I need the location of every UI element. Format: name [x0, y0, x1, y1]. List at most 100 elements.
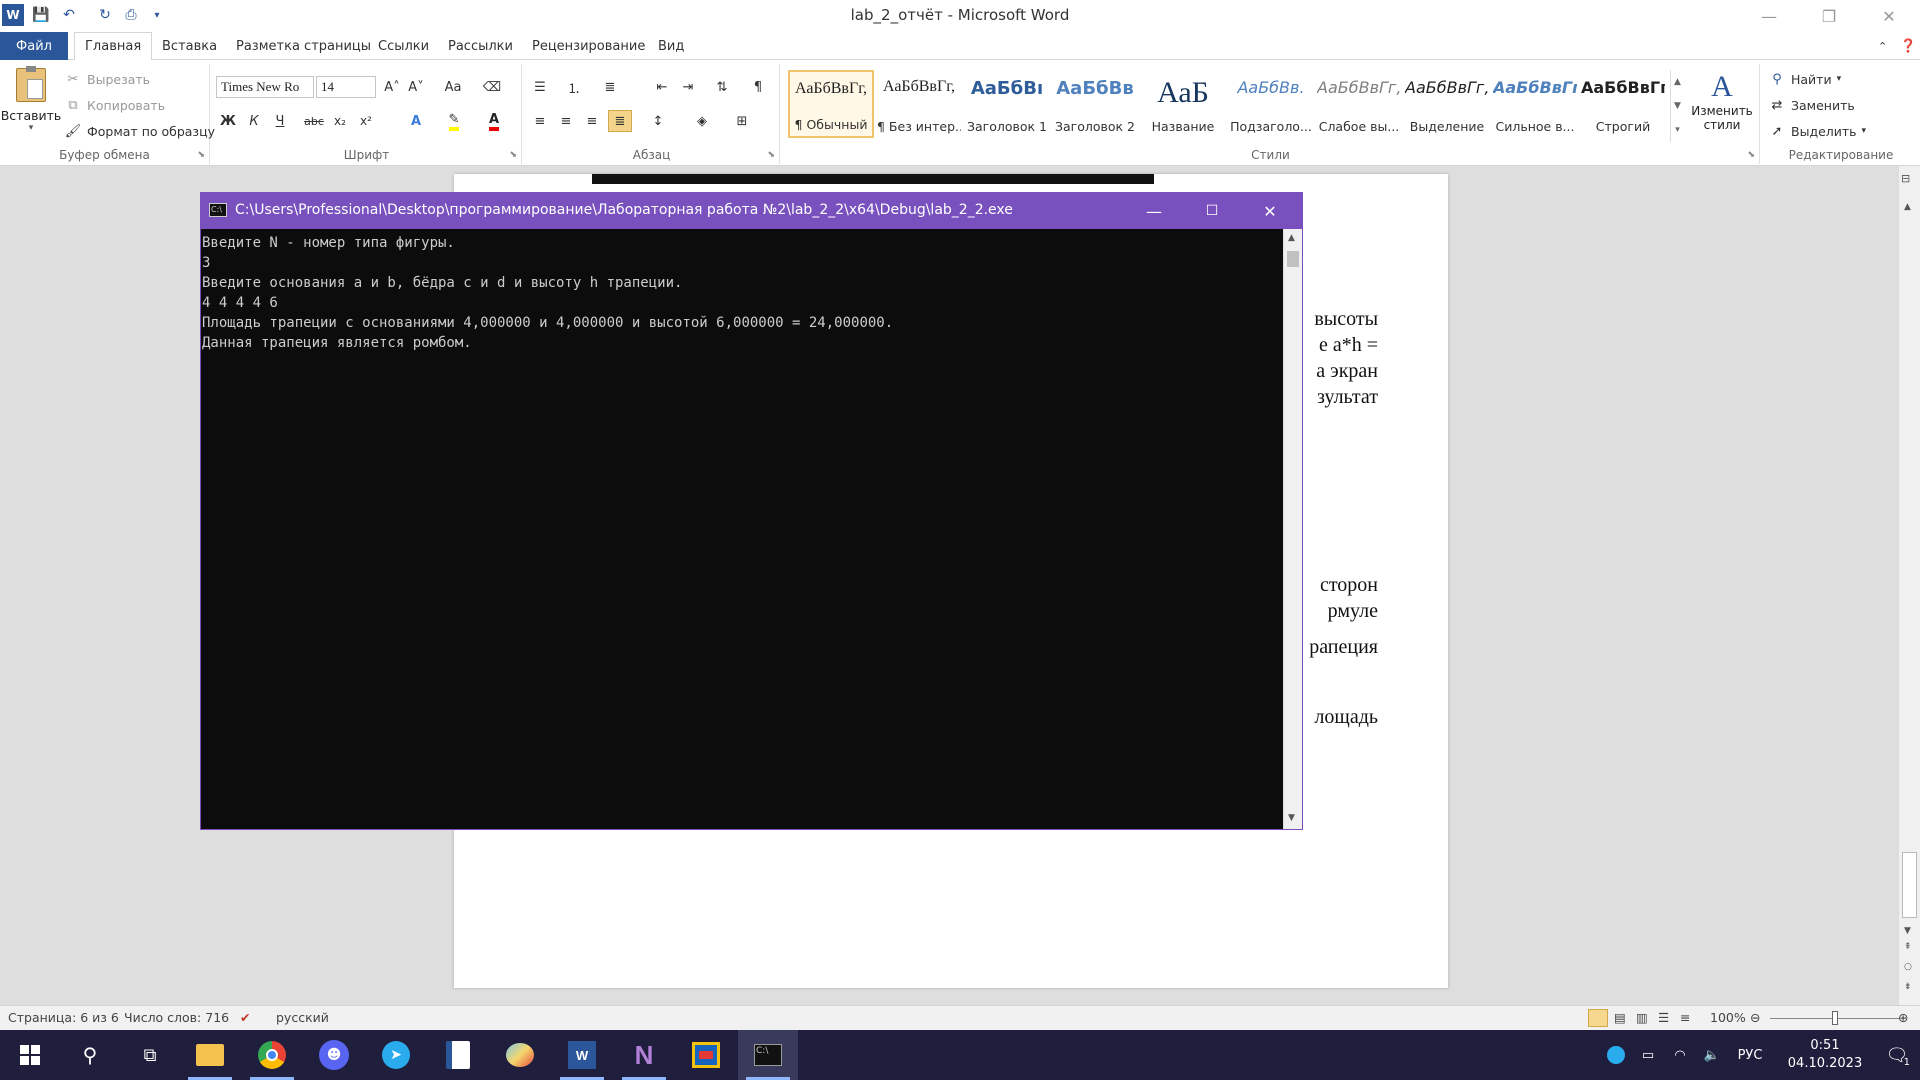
align-center-icon[interactable]: ≡ [554, 110, 578, 132]
scroll-down-arrow-icon[interactable]: ▼ [1904, 926, 1911, 936]
paint-icon[interactable] [490, 1030, 550, 1080]
shading-icon[interactable]: ◈ [690, 110, 714, 132]
console-title-bar[interactable]: C:\ C:\Users\Professional\Desktop\програ… [201, 193, 1302, 229]
clock[interactable]: 0:51 04.10.2023 [1776, 1030, 1874, 1080]
font-size-select[interactable]: 14 [316, 76, 376, 98]
bold-button[interactable]: Ж [216, 110, 240, 132]
scroll-thumb[interactable] [1902, 852, 1917, 918]
style-intense-emphasis[interactable]: АаБбВвГг Сильное в... [1492, 70, 1578, 138]
sort-icon[interactable]: ⇅ [710, 76, 734, 98]
telegram-icon[interactable]: ➤ [366, 1030, 426, 1080]
console-scroll-down-icon[interactable]: ▼ [1288, 813, 1295, 823]
volume-icon[interactable]: 🔈 [1696, 1030, 1728, 1080]
tab-home[interactable]: Главная [74, 32, 153, 61]
tab-review[interactable]: Рецензирование [522, 32, 655, 60]
document-app-icon[interactable] [428, 1030, 488, 1080]
minimize-button[interactable]: — [1740, 0, 1798, 32]
grow-font-button[interactable]: A˄ [380, 76, 404, 98]
style-subtle-emphasis[interactable]: АаБбВвГг, Слабое вы... [1316, 70, 1402, 138]
style-heading-2[interactable]: АаБбВв Заголовок 2 [1052, 70, 1138, 138]
highlight-icon[interactable]: ✎ [442, 110, 466, 132]
browse-object-icon[interactable]: ○ [1904, 962, 1912, 972]
align-right-icon[interactable]: ≡ [580, 110, 604, 132]
zoom-level[interactable]: 100% [1710, 1010, 1746, 1025]
draft-view-icon[interactable]: ≡ [1680, 1010, 1690, 1025]
select-button[interactable]: ➚ Выделить ▾ [1768, 122, 1867, 140]
zoom-in-icon[interactable]: ⊕ [1898, 1010, 1908, 1025]
word-taskbar-icon[interactable]: W [552, 1030, 612, 1080]
increase-indent-icon[interactable]: ⇥ [676, 76, 700, 98]
tab-view[interactable]: Вид [648, 32, 694, 60]
styles-scroll[interactable]: ▲ ▼ ▾ [1670, 70, 1684, 142]
borders-icon[interactable]: ⊞ [730, 110, 754, 132]
paste-button[interactable]: Вставить ▾ [1, 66, 61, 138]
strikethrough-button[interactable]: abc [302, 110, 326, 132]
chrome-icon[interactable] [242, 1030, 302, 1080]
battery-icon[interactable]: ▭ [1632, 1030, 1664, 1080]
line-spacing-icon[interactable]: ↕ [646, 110, 670, 132]
console-close-button[interactable]: ✕ [1241, 193, 1299, 229]
superscript-button[interactable]: x² [354, 110, 378, 132]
spelling-check-icon[interactable]: ✔ [240, 1010, 250, 1025]
style-emphasis[interactable]: АаБбВвГг, Выделение [1404, 70, 1490, 138]
start-button[interactable] [0, 1030, 60, 1080]
show-marks-button[interactable]: ¶ [746, 76, 770, 98]
web-layout-view-icon[interactable]: ▥ [1636, 1010, 1648, 1025]
bullets-icon[interactable]: ☰ [528, 76, 552, 98]
style-title[interactable]: АаБ Название [1140, 70, 1226, 138]
search-icon[interactable]: ⚲ [60, 1030, 120, 1080]
clipboard-launcher-icon[interactable]: ⬊ [197, 150, 205, 160]
notifications-icon[interactable]: 🗨 1 [1874, 1030, 1920, 1080]
file-explorer-icon[interactable] [180, 1030, 240, 1080]
align-left-icon[interactable]: ≡ [528, 110, 552, 132]
console-scroll-thumb[interactable] [1287, 251, 1299, 267]
more-styles-icon[interactable]: ▾ [1675, 125, 1680, 135]
shrink-font-button[interactable]: A˅ [404, 76, 428, 98]
justify-icon[interactable]: ≣ [608, 110, 632, 132]
style-normal[interactable]: АаБбВвГг, ¶ Обычный [788, 70, 874, 138]
tab-page-layout[interactable]: Разметка страницы [226, 32, 381, 60]
console-taskbar-icon[interactable]: C:\ [738, 1030, 798, 1080]
zoom-slider-thumb[interactable] [1832, 1011, 1838, 1025]
find-button[interactable]: ⚲ Найти ▾ [1768, 70, 1841, 88]
format-painter-button[interactable]: 🖌 Формат по образцу [64, 122, 215, 140]
subscript-button[interactable]: x₂ [328, 110, 352, 132]
paste-dropdown-icon[interactable]: ▾ [29, 123, 34, 133]
copy-button[interactable]: ⧉ Копировать [64, 96, 165, 114]
print-layout-view-icon[interactable] [1588, 1009, 1608, 1027]
document-scrollbar[interactable]: ⊟ ▲ ▼ ⇞ ○ ⇟ [1898, 166, 1920, 1005]
tab-file[interactable]: Файл [0, 32, 68, 60]
replace-button[interactable]: ⇄ Заменить [1768, 96, 1855, 114]
underline-button[interactable]: Ч [268, 110, 292, 132]
project-app-icon[interactable] [676, 1030, 736, 1080]
outline-view-icon[interactable]: ☰ [1658, 1010, 1669, 1025]
paragraph-launcher-icon[interactable]: ⬊ [767, 150, 775, 160]
console-minimize-button[interactable]: — [1125, 193, 1183, 229]
help-icon[interactable]: ❓ [1890, 32, 1920, 60]
numbering-icon[interactable]: ⒈ [562, 76, 586, 98]
discord-icon[interactable]: ☻ [304, 1030, 364, 1080]
font-name-select[interactable]: Times New Ro [216, 76, 314, 98]
font-launcher-icon[interactable]: ⬊ [509, 150, 517, 160]
close-button[interactable]: ✕ [1860, 0, 1918, 32]
restore-button[interactable]: ❐ [1800, 0, 1858, 32]
decrease-indent-icon[interactable]: ⇤ [650, 76, 674, 98]
console-output[interactable]: Введите N - номер типа фигуры. 3 Введите… [201, 229, 1283, 829]
clear-format-icon[interactable]: ⌫ [480, 76, 504, 98]
reading-view-icon[interactable]: ▤ [1614, 1010, 1626, 1025]
telegram-tray-icon[interactable] [1600, 1030, 1632, 1080]
scroll-up-arrow-icon[interactable]: ▲ [1904, 202, 1911, 212]
style-strong[interactable]: АаБбВвГг, Строгий [1580, 70, 1666, 138]
task-view-icon[interactable]: ⧉ [120, 1030, 180, 1080]
word-count[interactable]: Число слов: 716 [124, 1010, 229, 1025]
style-subtitle[interactable]: АаБбВв. Подзаголо... [1228, 70, 1314, 138]
text-effects-icon[interactable]: A [404, 110, 428, 132]
change-case-button[interactable]: Aa [438, 76, 468, 98]
console-scrollbar[interactable]: ▲ ▼ [1283, 229, 1302, 829]
style-no-spacing[interactable]: АаБбВвГг, ¶ Без интер... [876, 70, 962, 138]
font-color-icon[interactable]: A [482, 110, 506, 132]
style-heading-1[interactable]: АаБбВı Заголовок 1 [964, 70, 1050, 138]
language-indicator[interactable]: русский [276, 1010, 329, 1025]
italic-button[interactable]: К [242, 110, 266, 132]
styles-launcher-icon[interactable]: ⬊ [1747, 150, 1755, 160]
